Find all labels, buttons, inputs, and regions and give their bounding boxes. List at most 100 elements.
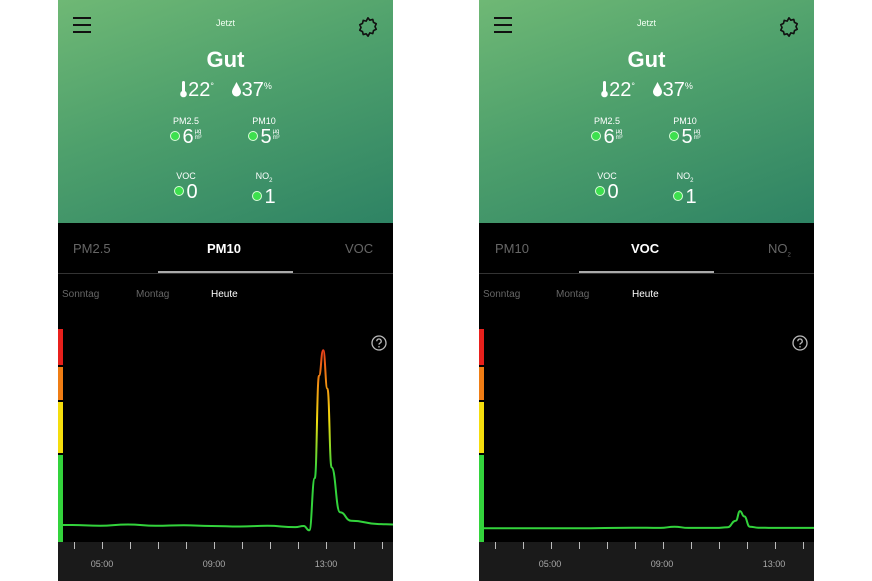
metric-pm10: PM10 5µg m³ [229, 116, 299, 148]
time-tick [354, 542, 355, 549]
history-chart [479, 510, 814, 530]
day-heute[interactable]: Heute [632, 289, 659, 300]
tab-no2-sub: 2 [787, 252, 791, 259]
time-tick [719, 542, 720, 549]
time-label-1300: 13:00 [762, 559, 786, 569]
temperature-value: 22 [188, 79, 211, 101]
time-tick [74, 542, 75, 549]
metric-pm10: PM10 5µg m³ [650, 116, 720, 148]
status-dot-icon [591, 130, 602, 141]
metric-name-sub: 2 [690, 177, 694, 184]
gear-icon[interactable] [778, 16, 800, 38]
time-label: Jetzt [215, 18, 235, 28]
tab-voc[interactable]: VOC [631, 241, 659, 256]
day-sonntag[interactable]: Sonntag [62, 289, 99, 300]
climate-row: 22° 37% [58, 79, 393, 102]
metric-name: VOC [176, 171, 196, 181]
metric-pm25: PM2.5 6µg m³ [572, 116, 642, 148]
day-sonntag[interactable]: Sonntag [483, 289, 520, 300]
history-chart [58, 349, 393, 532]
time-tick [747, 542, 748, 549]
time-label-0500: 05:00 [538, 559, 562, 569]
droplet-icon [231, 82, 241, 97]
metric-value: 5 [260, 126, 272, 148]
day-selector: Sonntag Montag Heute [479, 289, 814, 309]
time-tick [579, 542, 580, 549]
metric-no2: NO2 1 [650, 171, 720, 208]
metric-voc: VOC 0 [572, 171, 642, 203]
air-quality-header: Jetzt Gut 22° 37% PM2.5 6µg m³ PM10 5µg m³… [479, 0, 814, 223]
tab-voc[interactable]: VOC [345, 241, 373, 256]
time-tick [242, 542, 243, 549]
metric-pm25: PM2.5 6µg m³ [151, 116, 221, 148]
status-dot-icon [595, 185, 606, 196]
time-tick [607, 542, 608, 549]
climate-row: 22° 37% [479, 79, 814, 102]
time-label-0500: 05:00 [90, 559, 114, 569]
active-tab-indicator [579, 271, 714, 273]
day-montag[interactable]: Montag [556, 289, 589, 300]
time-label-0900: 09:00 [650, 559, 674, 569]
time-tick [803, 542, 804, 549]
status-label: Gut [627, 47, 666, 72]
time-tick [635, 542, 636, 549]
metric-name: NO [255, 171, 270, 181]
thermometer-icon [180, 81, 187, 98]
status-dot-icon [252, 190, 263, 201]
temperature-value: 22 [609, 79, 632, 101]
metric-name: VOC [597, 171, 617, 181]
humidity-value: 37 [662, 79, 685, 101]
time-label: Jetzt [636, 18, 656, 28]
thermometer-icon [601, 81, 608, 98]
time-tick [551, 542, 552, 549]
metric-value: 1 [685, 185, 697, 208]
pollutant-tabs: PM10 VOC NO2 [479, 223, 814, 274]
time-tick [270, 542, 271, 549]
time-tick [326, 542, 327, 549]
status-dot-icon [248, 130, 259, 141]
tab-pm25[interactable]: PM2.5 [73, 241, 111, 256]
tab-pm10[interactable]: PM10 [207, 241, 241, 256]
status-dot-icon [669, 130, 680, 141]
phone-screen-voc: Jetzt Gut 22° 37% PM2.5 6µg m³ PM10 5µg m³… [479, 0, 814, 581]
time-tick [775, 542, 776, 549]
metric-unit-bottom: m³ [272, 135, 280, 141]
metric-unit-bottom: m³ [615, 135, 623, 141]
day-montag[interactable]: Montag [136, 289, 169, 300]
status-dot-icon [170, 130, 181, 141]
status-dot-icon [174, 185, 185, 196]
metric-name: PM10 [252, 116, 276, 126]
time-label-0900: 09:00 [202, 559, 226, 569]
time-axis: 05:00 09:00 13:00 [479, 542, 814, 581]
metric-value: 0 [186, 181, 198, 203]
droplet-icon [652, 82, 662, 97]
metric-value: 5 [681, 126, 693, 148]
metric-value: 6 [603, 126, 615, 148]
time-axis: 05:00 09:00 13:00 [58, 542, 393, 581]
chart-series-line [479, 510, 814, 530]
phone-screen-pm10: Jetzt Gut 22° 37% PM2.5 6µg m³ PM10 5µg m³… [58, 0, 393, 581]
temperature-unit: ° [631, 81, 635, 91]
gear-icon[interactable] [357, 16, 379, 38]
humidity-unit: % [684, 81, 693, 91]
time-tick [523, 542, 524, 549]
time-tick [158, 542, 159, 549]
time-tick [382, 542, 383, 549]
metric-unit-bottom: m³ [693, 135, 701, 141]
metric-unit-bottom: m³ [194, 135, 202, 141]
day-heute[interactable]: Heute [211, 289, 238, 300]
time-tick [298, 542, 299, 549]
metric-value: 0 [607, 181, 619, 203]
tab-no2[interactable]: NO2 [768, 241, 791, 259]
metric-name: NO [676, 171, 691, 181]
time-tick [691, 542, 692, 549]
chart-series-line [58, 349, 393, 532]
tab-pm10[interactable]: PM10 [495, 241, 529, 256]
time-tick [495, 542, 496, 549]
air-quality-header: Jetzt Gut 22° 37% PM2.5 6µg m³ PM10 5µg m³… [58, 0, 393, 223]
day-selector: Sonntag Montag Heute [58, 289, 393, 309]
status-dot-icon [673, 190, 684, 201]
active-tab-indicator [158, 271, 293, 273]
metric-name: PM2.5 [593, 116, 620, 126]
time-tick [186, 542, 187, 549]
